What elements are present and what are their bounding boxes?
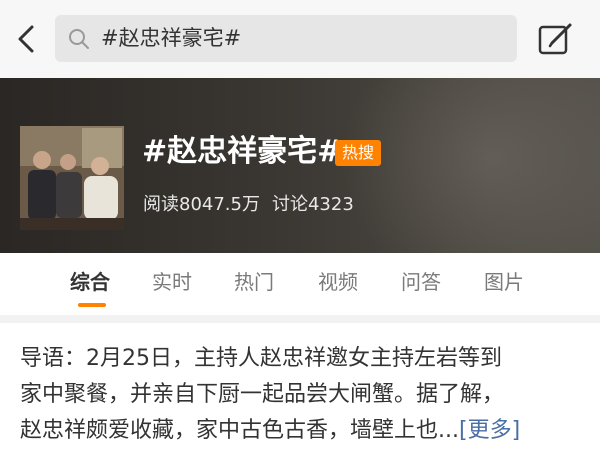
photo-thumbnail-illustration <box>20 126 124 230</box>
back-button[interactable] <box>10 18 44 60</box>
intro-line-2: 家中聚餐，并亲自下厨一起品尝大闸蟹。据了解， <box>20 382 505 407</box>
tab-realtime[interactable]: 实时 <box>152 269 192 295</box>
topic-intro-card: 导语：2月25日，主持人赵忠祥邀女主持左岩等到 家中聚餐，并亲自下厨一起品尝大闸… <box>0 323 600 474</box>
more-link[interactable]: [更多] <box>459 418 520 443</box>
compose-icon <box>538 23 572 55</box>
discussion-count: 讨论4323 <box>271 194 354 215</box>
topic-title: #赵忠祥豪宅# <box>142 134 343 169</box>
tab-comprehensive[interactable]: 综合 <box>70 269 110 295</box>
tab-bar: 综合 实时 热门 视频 问答 图片 <box>0 253 600 315</box>
active-tab-indicator <box>78 303 106 307</box>
topic-stats: 阅读8047.5万 讨论4323 <box>143 190 366 216</box>
tab-popular[interactable]: 热门 <box>234 269 274 295</box>
top-bar: #赵忠祥豪宅# <box>0 0 600 78</box>
intro-line-3-wrap: 赵忠祥颇爱收藏，家中古色古香，墙壁上也...[更多] <box>20 413 580 449</box>
tab-video[interactable]: 视频 <box>318 269 358 295</box>
topic-header-banner: #赵忠祥豪宅# 热搜 阅读8047.5万 讨论4323 <box>0 78 600 253</box>
search-query-text: #赵忠祥豪宅# <box>101 26 242 50</box>
intro-text: 导语：2月25日，主持人赵忠祥邀女主持左岩等到 家中聚餐，并亲自下厨一起品尝大闸… <box>20 341 580 449</box>
search-icon <box>69 29 89 49</box>
tab-images[interactable]: 图片 <box>484 269 524 295</box>
back-arrow-icon <box>18 25 34 53</box>
search-input[interactable]: #赵忠祥豪宅# <box>55 15 517 62</box>
intro-line-1: 导语：2月25日，主持人赵忠祥邀女主持左岩等到 <box>20 346 502 371</box>
compose-button[interactable] <box>536 19 576 59</box>
hot-search-badge: 热搜 <box>335 140 381 166</box>
read-count: 阅读8047.5万 <box>143 194 260 215</box>
intro-line-3: 赵忠祥颇爱收藏，家中古色古香，墙壁上也... <box>20 418 459 443</box>
tab-qa[interactable]: 问答 <box>401 269 441 295</box>
topic-thumbnail-image[interactable] <box>20 126 124 230</box>
